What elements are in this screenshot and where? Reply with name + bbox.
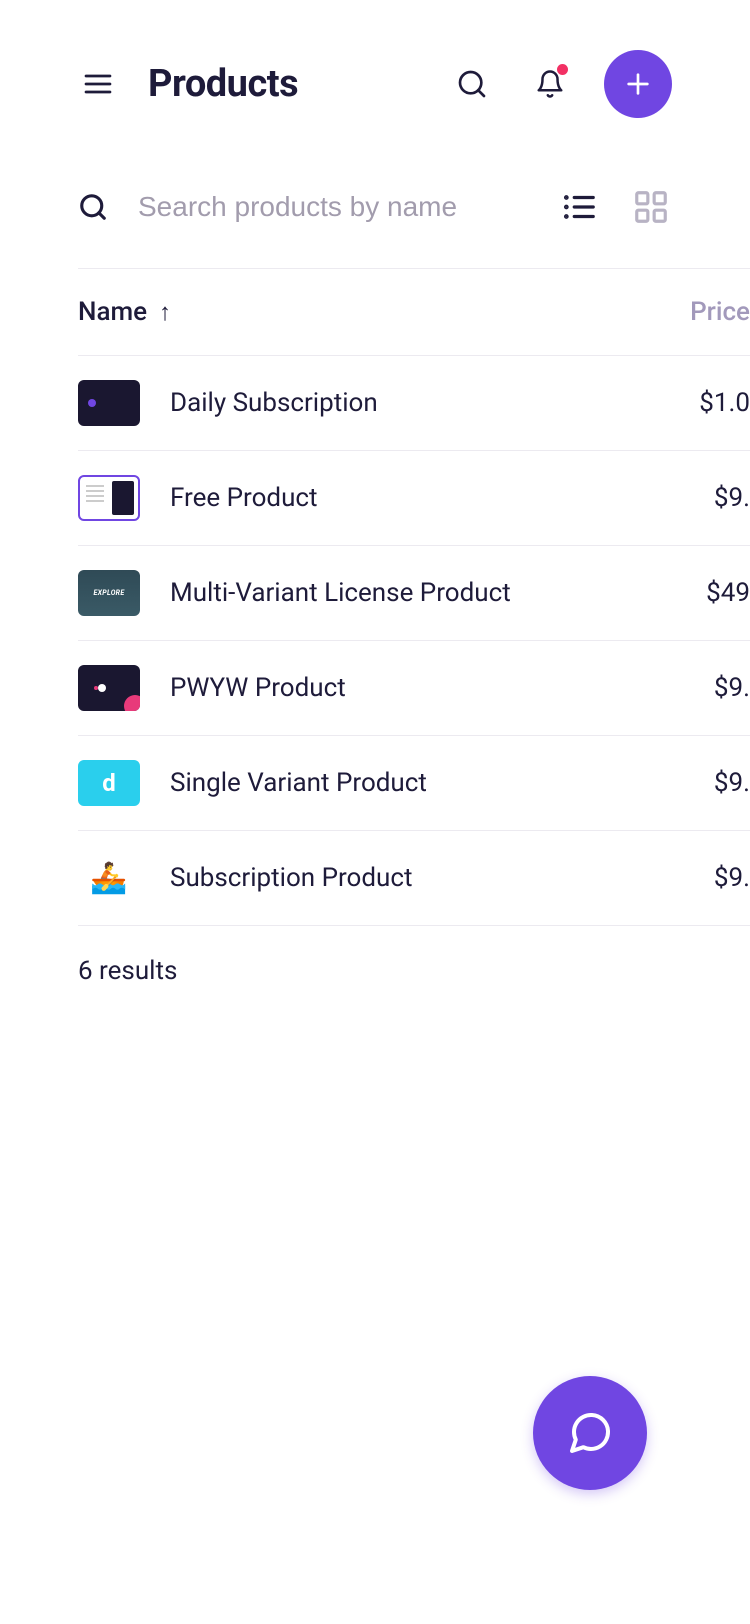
product-list: Daily Subscription $1.0 Free Product $9.… [78, 356, 750, 926]
table-row[interactable]: d Single Variant Product $9. [78, 736, 750, 831]
product-name: Free Product [170, 483, 684, 513]
product-name: Subscription Product [170, 863, 684, 893]
product-price: $9. [714, 673, 750, 703]
header-search-button[interactable] [448, 60, 496, 108]
product-thumbnail [78, 380, 140, 426]
menu-icon [82, 68, 114, 100]
product-price: $1.0 [699, 388, 750, 418]
product-thumbnail [78, 570, 140, 616]
table-row[interactable]: Free Product $9. [78, 451, 750, 546]
search-icon [456, 68, 488, 100]
column-header-name[interactable]: Name ↑ [78, 297, 690, 327]
notifications-button[interactable] [526, 60, 574, 108]
product-price: $49 [706, 578, 750, 608]
column-header-price[interactable]: Price [690, 297, 750, 327]
table-row[interactable]: PWYW Product $9. [78, 641, 750, 736]
chat-bubble-icon [566, 1409, 614, 1457]
search-icon [78, 192, 108, 222]
list-view-button[interactable] [558, 186, 600, 228]
product-thumbnail: d [78, 760, 140, 806]
add-product-button[interactable] [604, 50, 672, 118]
table-row[interactable]: Multi-Variant License Product $49 [78, 546, 750, 641]
column-header-name-label: Name [78, 297, 147, 327]
plus-icon [622, 68, 654, 100]
grid-view-button[interactable] [630, 186, 672, 228]
menu-button[interactable] [78, 64, 118, 104]
sort-arrow-up-icon: ↑ [159, 298, 171, 327]
app-header: Products [0, 0, 750, 148]
product-name: PWYW Product [170, 673, 684, 703]
product-name: Single Variant Product [170, 768, 684, 798]
product-thumbnail: 🚣 [78, 855, 140, 901]
page-title: Products [148, 62, 418, 106]
product-price: $9. [714, 863, 750, 893]
list-view-icon [560, 188, 598, 226]
table-row[interactable]: 🚣 Subscription Product $9. [78, 831, 750, 926]
grid-view-icon [632, 188, 670, 226]
product-name: Daily Subscription [170, 388, 669, 418]
search-bar [0, 148, 750, 268]
search-input[interactable] [138, 191, 528, 223]
product-price: $9. [714, 768, 750, 798]
notification-dot [557, 64, 568, 75]
product-price: $9. [714, 483, 750, 513]
support-chat-button[interactable] [533, 1376, 647, 1490]
product-thumbnail [78, 475, 140, 521]
table-row[interactable]: Daily Subscription $1.0 [78, 356, 750, 451]
product-name: Multi-Variant License Product [170, 578, 676, 608]
table-header: Name ↑ Price [78, 269, 750, 356]
product-thumbnail [78, 665, 140, 711]
results-count: 6 results [78, 926, 750, 1016]
